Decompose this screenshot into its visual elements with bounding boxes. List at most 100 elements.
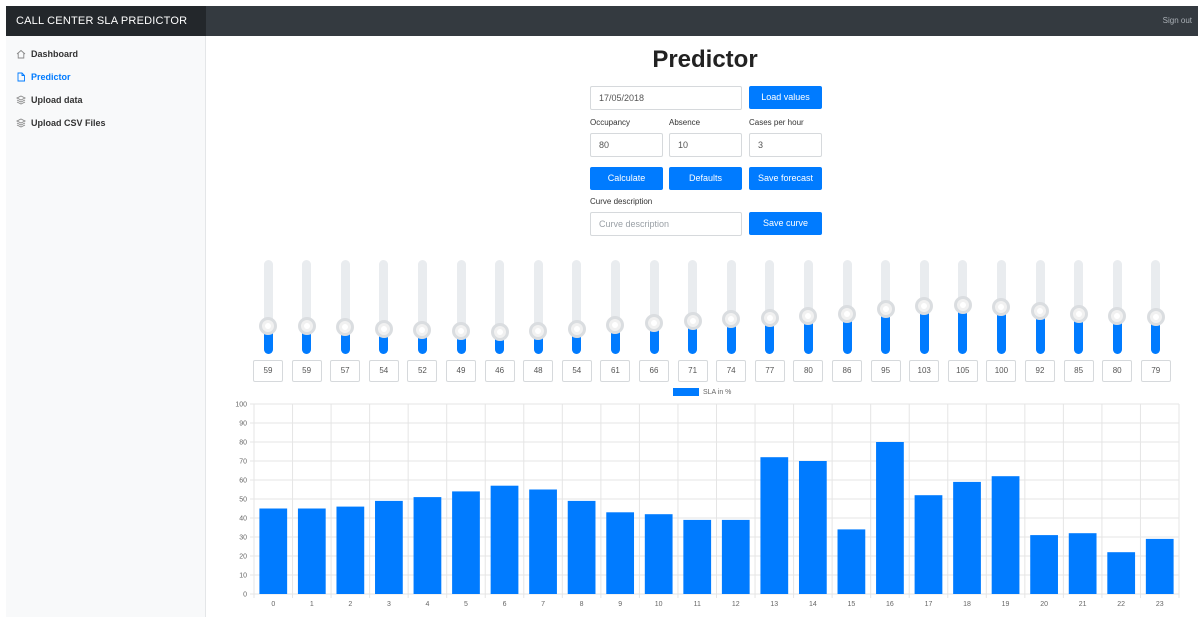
slider-thumb[interactable] (259, 317, 277, 336)
bar (375, 500, 403, 594)
brand-title[interactable]: CALL CENTER SLA PREDICTOR (6, 6, 206, 36)
layers-icon (16, 95, 26, 105)
slider-thumb[interactable] (799, 307, 818, 326)
slider-value-input[interactable]: 103 (909, 360, 940, 382)
slider-track[interactable] (417, 260, 427, 354)
bar (567, 500, 596, 594)
slider-value-input[interactable]: 48 (523, 360, 554, 382)
bar (721, 519, 750, 594)
slider-value-input[interactable]: 80 (1102, 360, 1133, 382)
slider-value-input[interactable]: 77 (754, 360, 785, 382)
sign-out-link[interactable]: Sign out (1163, 6, 1192, 36)
slider-value-input[interactable]: 49 (446, 360, 476, 382)
slider-value-input[interactable]: 71 (677, 360, 708, 382)
cases-per-hour-input[interactable]: 3 (749, 133, 822, 157)
slider-value-input[interactable]: 79 (1140, 360, 1171, 382)
slider-value-input[interactable]: 57 (330, 360, 361, 382)
slider-thumb[interactable] (722, 310, 741, 329)
sidebar-item-dashboard[interactable]: Dashboard (16, 47, 78, 61)
slider-thumb[interactable] (336, 318, 355, 337)
x-tick-label: 0 (271, 601, 275, 608)
defaults-button[interactable]: Defaults (669, 167, 742, 190)
curve-description-input[interactable]: Curve description (590, 212, 742, 236)
page-title: Predictor (652, 46, 758, 73)
slider-track[interactable] (572, 260, 582, 354)
slider-track[interactable] (688, 260, 698, 354)
sidebar-item-upload-csv[interactable]: Upload CSV Files (16, 116, 106, 130)
slider-track[interactable] (263, 260, 273, 354)
bar (529, 489, 557, 594)
x-tick-label: 5 (464, 601, 468, 608)
bar (683, 519, 712, 594)
slider-thumb[interactable] (297, 317, 316, 336)
slider-track[interactable] (340, 260, 350, 354)
slider-track[interactable] (649, 260, 659, 354)
slider-value-input[interactable]: 54 (561, 360, 592, 382)
x-tick-label: 13 (770, 601, 778, 608)
bar (490, 485, 519, 594)
slider-value-input[interactable]: 100 (986, 360, 1017, 382)
slider-value-input[interactable]: 54 (368, 360, 399, 382)
legend-label: SLA in % (703, 388, 732, 396)
slider-track[interactable] (610, 260, 620, 354)
x-tick-label: 20 (1040, 601, 1048, 608)
slider-thumb[interactable] (915, 296, 934, 315)
slider-value-input[interactable]: 66 (639, 360, 669, 382)
sidebar-item-upload-data[interactable]: Upload data (16, 93, 83, 107)
sidebar-item-predictor[interactable]: Predictor (16, 70, 71, 84)
slider-thumb[interactable] (374, 319, 393, 338)
save-forecast-button[interactable]: Save forecast (749, 167, 822, 190)
slider-thumb[interactable] (645, 313, 663, 332)
calculate-button[interactable]: Calculate (590, 167, 663, 190)
slider-track[interactable] (302, 260, 312, 354)
slider-track[interactable] (379, 260, 389, 354)
slider-value-input[interactable]: 52 (407, 360, 438, 382)
slider-thumb[interactable] (1069, 305, 1088, 324)
slider-thumb[interactable] (413, 320, 432, 339)
slider-track[interactable] (726, 260, 736, 354)
sidebar-item-label: Upload data (31, 95, 83, 105)
slider-thumb[interactable] (529, 322, 548, 341)
slider-thumb[interactable] (1146, 307, 1165, 326)
slider-thumb[interactable] (606, 316, 625, 335)
x-tick-label: 7 (541, 601, 545, 608)
slider-thumb[interactable] (953, 295, 972, 314)
slider-value-input[interactable]: 46 (484, 360, 515, 382)
slider-value-input[interactable]: 80 (793, 360, 824, 382)
top-navbar: CALL CENTER SLA PREDICTOR Sign out (6, 6, 1198, 36)
slider-thumb[interactable] (876, 300, 895, 319)
sidebar-item-label: Upload CSV Files (31, 118, 106, 128)
bar (760, 457, 789, 594)
slider-value-input[interactable]: 74 (716, 360, 747, 382)
chart-legend[interactable]: SLA in % (673, 388, 731, 396)
x-tick-label: 17 (925, 601, 933, 608)
bar (837, 529, 866, 594)
bar (1107, 552, 1136, 594)
slider-thumb[interactable] (1031, 301, 1049, 320)
occupancy-input[interactable]: 80 (590, 133, 663, 157)
slider-thumb[interactable] (490, 323, 509, 342)
slider-thumb[interactable] (683, 311, 702, 330)
slider-thumb[interactable] (992, 298, 1011, 316)
y-tick-label: 10 (239, 573, 247, 580)
slider-value-input[interactable]: 92 (1025, 360, 1055, 382)
bar (452, 491, 480, 594)
y-tick-label: 30 (239, 535, 247, 542)
slider-track[interactable] (765, 260, 775, 354)
slider-value-input[interactable]: 95 (870, 360, 901, 382)
slider-thumb[interactable] (1108, 307, 1127, 326)
load-values-button[interactable]: Load values (749, 86, 822, 109)
slider-value-input[interactable]: 59 (291, 360, 322, 382)
slider-thumb[interactable] (567, 319, 586, 338)
slider-value-input[interactable]: 61 (600, 360, 631, 382)
absence-input[interactable]: 10 (669, 133, 742, 157)
slider-value-input[interactable]: 86 (832, 360, 862, 382)
slider-value-input[interactable]: 85 (1063, 360, 1094, 382)
slider-thumb[interactable] (838, 304, 856, 323)
date-input[interactable]: 17/05/2018 (590, 86, 742, 110)
slider-thumb[interactable] (452, 321, 470, 340)
slider-thumb[interactable] (760, 308, 779, 327)
slider-value-input[interactable]: 105 (947, 360, 978, 382)
save-curve-button[interactable]: Save curve (749, 212, 822, 235)
slider-value-input[interactable]: 59 (253, 360, 283, 382)
